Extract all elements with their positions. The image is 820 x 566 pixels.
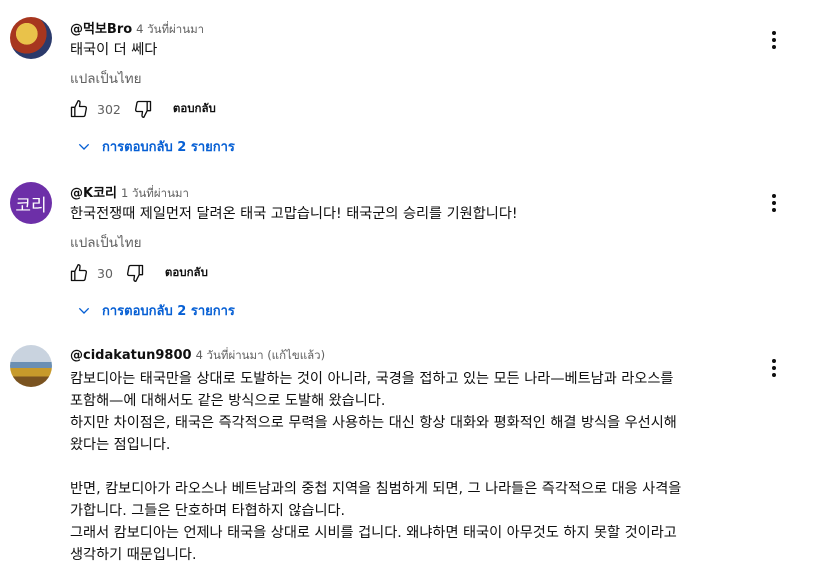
comment-actions: 30 ตอบกลับ <box>67 261 208 285</box>
comment-author[interactable]: @먹보Bro <box>70 22 132 37</box>
chevron-down-icon <box>78 143 90 150</box>
avatar[interactable] <box>10 17 52 59</box>
comment-timestamp[interactable]: 4 วันที่ผ่านมา (แก้ไขแล้ว) <box>196 348 326 362</box>
comment-text: 캄보디아는 태국만을 상대로 도발하는 것이 아니라, 국경을 접하고 있는 모… <box>70 371 682 563</box>
comment-header: @cidakatun9800 4 วันที่ผ่านมา (แก้ไขแล้ว) <box>70 347 325 365</box>
thumb-up-icon[interactable] <box>67 97 91 121</box>
more-vert-icon[interactable] <box>768 192 780 214</box>
avatar[interactable] <box>10 345 52 387</box>
more-vert-icon[interactable] <box>768 29 780 51</box>
comment-author[interactable]: @K코리 <box>70 186 117 201</box>
chevron-down-icon <box>78 307 90 314</box>
like-count: 30 <box>97 265 113 281</box>
comment-text: 한국전쟁때 제일먼저 달려온 태국 고맙습니다! 태국군의 승리를 기원합니다! <box>70 206 518 222</box>
view-replies-button[interactable]: การตอบกลับ 2 รายการ <box>76 136 235 157</box>
like-count: 302 <box>97 101 121 117</box>
thumb-up-icon[interactable] <box>67 261 91 285</box>
more-vert-icon[interactable] <box>768 357 780 379</box>
view-replies-button[interactable]: การตอบกลับ 2 รายการ <box>76 300 235 321</box>
comment-timestamp[interactable]: 4 วันที่ผ่านมา <box>136 22 204 36</box>
thumb-down-icon[interactable] <box>123 261 147 285</box>
reply-button[interactable]: ตอบกลับ <box>165 264 208 282</box>
comment-header: @K코리 1 วันที่ผ่านมา <box>70 182 189 203</box>
translate-link[interactable]: แปลเป็นไทย <box>70 67 142 89</box>
comment-text: 태국이 더 쎄다 <box>70 42 158 58</box>
replies-label: การตอบกลับ 2 รายการ <box>102 140 235 155</box>
comment-timestamp[interactable]: 1 วันที่ผ่านมา <box>121 186 189 200</box>
avatar[interactable]: 코리 <box>10 182 52 224</box>
reply-button[interactable]: ตอบกลับ <box>173 100 216 118</box>
replies-label: การตอบกลับ 2 รายการ <box>102 304 235 319</box>
comment-header: @먹보Bro 4 วันที่ผ่านมา <box>70 18 204 39</box>
translate-link[interactable]: แปลเป็นไทย <box>70 231 142 253</box>
thumb-down-icon[interactable] <box>131 97 155 121</box>
comment-author[interactable]: @cidakatun9800 <box>70 348 192 363</box>
comment-actions: 302 ตอบกลับ <box>67 97 216 121</box>
